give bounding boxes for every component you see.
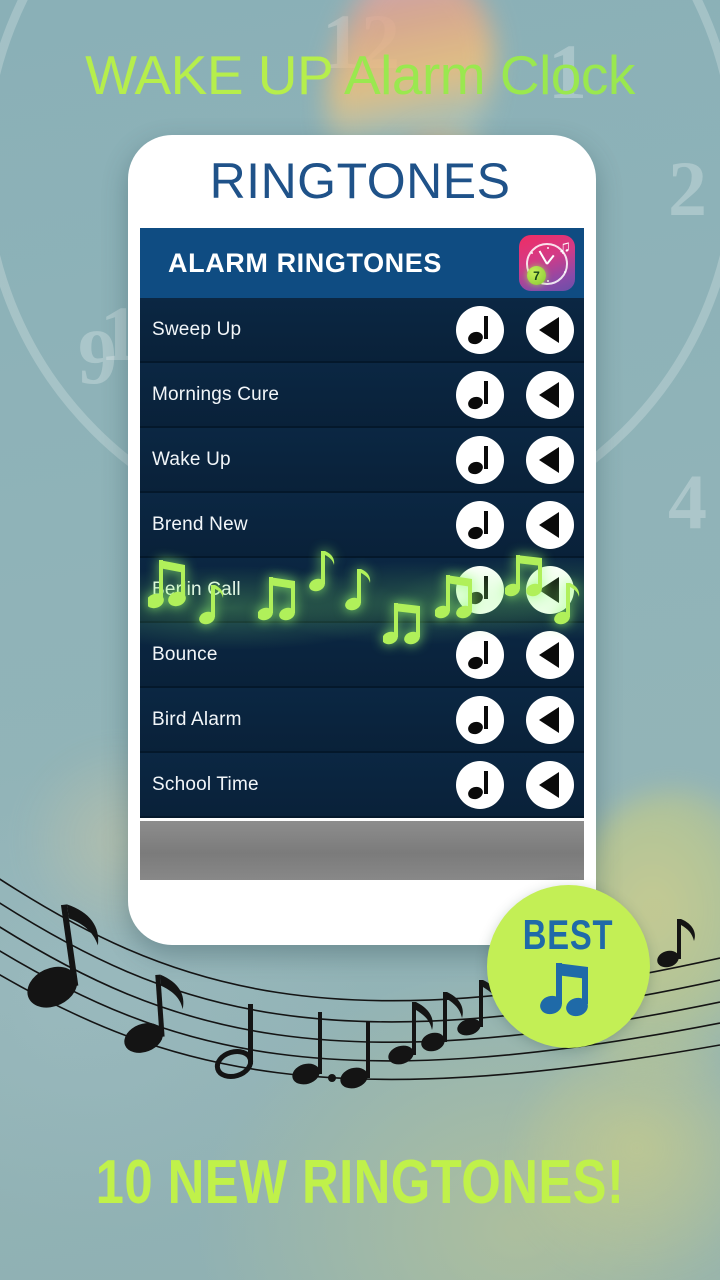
table-row[interactable]: Brend New <box>140 493 584 558</box>
best-badge[interactable]: BEST <box>487 885 650 1048</box>
triangle-left-icon <box>538 381 559 408</box>
music-note-icon <box>466 575 492 606</box>
play-button[interactable] <box>456 435 504 484</box>
notification-badge: 7 <box>527 266 546 285</box>
ringtone-name: Sweep Up <box>152 318 242 340</box>
play-button[interactable] <box>456 760 504 809</box>
bottom-headline: 10 NEW RINGTONES! <box>95 1148 625 1217</box>
ringtone-name: School Time <box>152 773 259 795</box>
triangle-left-icon <box>538 706 559 733</box>
app-screen: ALARM RINGTONES ♫ 7 Sweep Up Mornings Cur… <box>140 228 584 914</box>
ringtone-name: Berlin Call <box>152 578 241 600</box>
table-row[interactable]: Wake Up <box>140 428 584 493</box>
set-ringtone-button[interactable] <box>526 370 574 419</box>
music-note-icon: ♫ <box>558 237 571 256</box>
set-ringtone-button[interactable] <box>526 630 574 679</box>
alarm-clock-music-app-icon[interactable]: ♫ 7 <box>519 235 575 291</box>
page-title: RINGTONES <box>209 153 511 209</box>
triangle-left-icon <box>538 771 559 798</box>
play-button[interactable] <box>456 565 504 614</box>
music-note-icon <box>466 315 492 346</box>
play-button[interactable] <box>456 305 504 354</box>
headline-secondary: Alarm Clock <box>343 44 635 106</box>
set-ringtone-button[interactable] <box>526 760 574 809</box>
app-header-bar: ALARM RINGTONES ♫ 7 <box>140 228 584 298</box>
ad-banner-placeholder[interactable] <box>140 818 584 880</box>
triangle-left-icon <box>538 511 559 538</box>
best-badge-label: BEST <box>523 910 614 958</box>
set-ringtone-button[interactable] <box>526 565 574 614</box>
beamed-eighth-notes-icon <box>539 963 588 1017</box>
triangle-left-icon <box>538 576 559 603</box>
music-note-icon <box>466 705 492 736</box>
music-note-icon <box>466 510 492 541</box>
music-note-icon <box>466 640 492 671</box>
ringtone-name: Bird Alarm <box>152 708 242 730</box>
play-button[interactable] <box>456 695 504 744</box>
ringtone-list[interactable]: Sweep Up Mornings Cure Wake Up Brend New Ber… <box>140 298 584 818</box>
table-row[interactable]: Mornings Cure <box>140 363 584 428</box>
play-button[interactable] <box>456 630 504 679</box>
background-clock-number-9: 9 <box>78 313 117 400</box>
play-button[interactable] <box>456 370 504 419</box>
set-ringtone-button[interactable] <box>526 500 574 549</box>
table-row[interactable]: Bounce <box>140 623 584 688</box>
play-button[interactable] <box>456 500 504 549</box>
triangle-left-icon <box>538 446 559 473</box>
ringtone-name: Wake Up <box>152 448 231 470</box>
table-row[interactable]: School Time <box>140 753 584 818</box>
ringtone-name: Brend New <box>152 513 248 535</box>
ringtone-name: Bounce <box>152 643 218 665</box>
set-ringtone-button[interactable] <box>526 695 574 744</box>
set-ringtone-button[interactable] <box>526 305 574 354</box>
headline-primary: WAKE UP <box>85 44 333 106</box>
music-note-icon <box>466 445 492 476</box>
music-note-icon <box>466 770 492 801</box>
app-title: ALARM RINGTONES <box>168 247 443 278</box>
top-headline: WAKE UP Alarm Clock <box>0 48 720 103</box>
table-row[interactable]: Berlin Call <box>140 558 584 623</box>
set-ringtone-button[interactable] <box>526 435 574 484</box>
triangle-left-icon <box>538 641 559 668</box>
ringtone-name: Mornings Cure <box>152 383 280 405</box>
music-note-icon <box>466 380 492 411</box>
table-row[interactable]: Sweep Up <box>140 298 584 363</box>
table-row[interactable]: Bird Alarm <box>140 688 584 753</box>
triangle-left-icon <box>538 316 559 343</box>
background-clock-number-4: 4 <box>668 458 707 545</box>
